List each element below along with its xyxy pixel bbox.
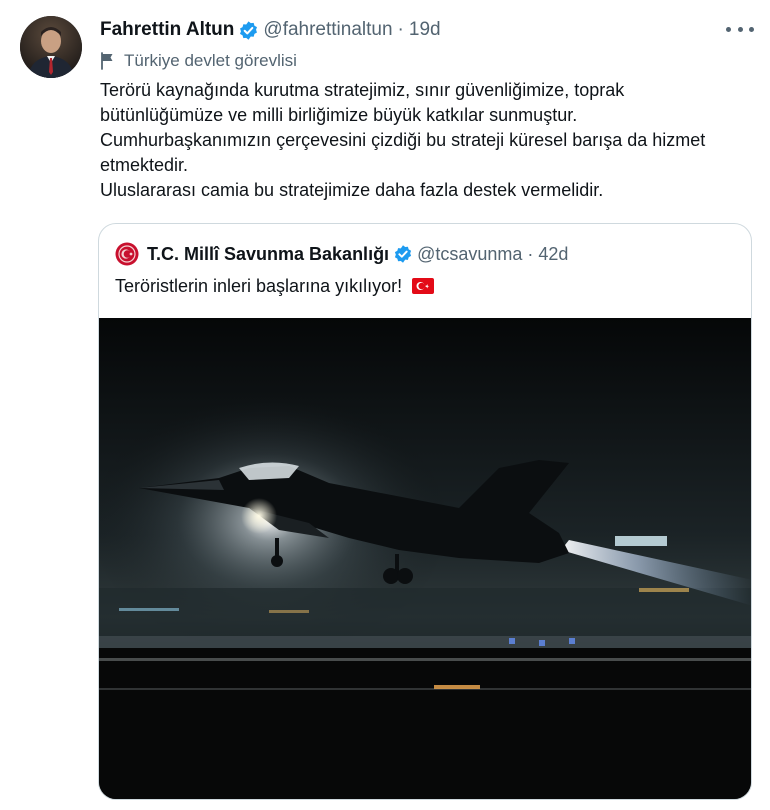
fighter-jet-photo: [99, 318, 751, 799]
tweet-text-line: bütünlüğümüze ve milli birliğimize büyük…: [100, 105, 578, 125]
government-label: Türkiye devlet görevlisi: [100, 50, 297, 72]
tweet-header: Fahrettin Altun @fahrettinaltun · 19d: [100, 18, 441, 42]
quoted-timestamp[interactable]: 42d: [538, 244, 568, 265]
tweet-text-line: Uluslararası camia bu stratejimize daha …: [100, 180, 604, 200]
separator-dot: ·: [397, 19, 404, 40]
ministry-emblem-icon: [115, 242, 139, 266]
author-name[interactable]: Fahrettin Altun: [100, 19, 234, 41]
verified-badge-icon: [393, 244, 413, 264]
avatar[interactable]: [20, 16, 82, 78]
media-image[interactable]: [99, 318, 751, 799]
quoted-author-name[interactable]: T.C. Millî Savunma Bakanlığı: [147, 244, 389, 265]
more-options-icon[interactable]: [726, 18, 754, 40]
quoted-tweet[interactable]: T.C. Millî Savunma Bakanlığı @tcsavunma …: [98, 223, 752, 800]
tweet-text: Terörü kaynağında kurutma stratejimiz, s…: [100, 78, 750, 203]
quoted-avatar[interactable]: [115, 242, 139, 266]
turkey-flag-icon: [412, 278, 435, 294]
avatar-photo: [20, 16, 82, 78]
quoted-tweet-text: Teröristlerin inleri başlarına yıkılıyor…: [115, 274, 435, 298]
quoted-text: Teröristlerin inleri başlarına yıkılıyor…: [115, 275, 403, 296]
tweet[interactable]: Fahrettin Altun @fahrettinaltun · 19d Tü…: [0, 0, 770, 810]
verified-badge-icon: [238, 20, 259, 41]
flag-outline-icon: [100, 52, 116, 70]
separator-dot: ·: [527, 243, 534, 264]
quoted-author-handle[interactable]: @tcsavunma: [417, 244, 522, 265]
tweet-text-line: Cumhurbaşkanımızın çerçevesini çizdiği b…: [100, 130, 706, 150]
tweet-text-line: etmektedir.: [100, 155, 189, 175]
tweet-timestamp[interactable]: 19d: [409, 19, 441, 41]
author-handle[interactable]: @fahrettinaltun: [263, 19, 392, 41]
label-text: Türkiye devlet görevlisi: [124, 51, 297, 70]
quoted-tweet-header: T.C. Millî Savunma Bakanlığı @tcsavunma …: [115, 242, 568, 266]
tweet-text-line: Terörü kaynağında kurutma stratejimiz, s…: [100, 80, 625, 100]
